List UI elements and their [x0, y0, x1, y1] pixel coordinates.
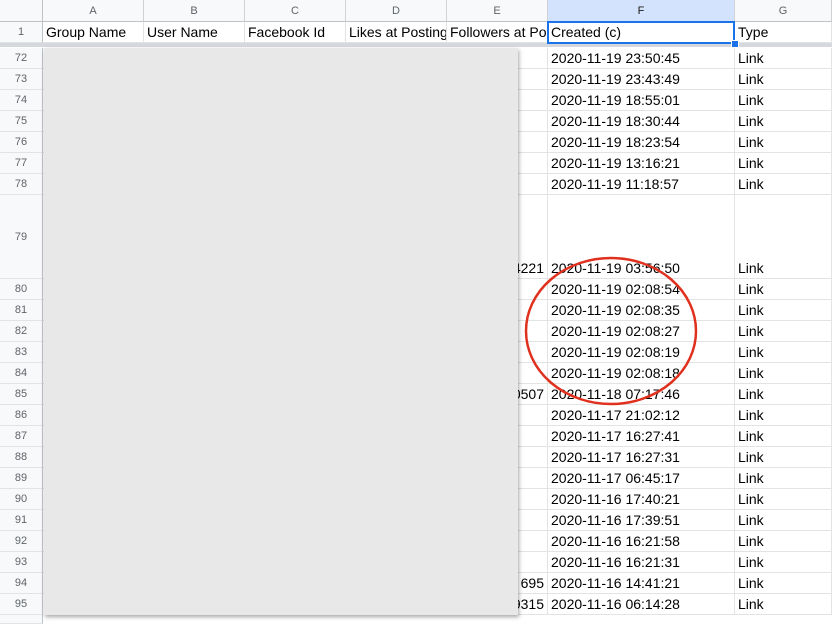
row-header[interactable]: 88 [0, 447, 43, 468]
table-cell[interactable]: 2020-11-19 02:08:54 [548, 279, 735, 300]
row-header[interactable]: 92 [0, 531, 43, 552]
table-cell[interactable]: 2020-11-19 18:23:54 [548, 132, 735, 153]
table-cell[interactable]: 2020-11-16 17:40:21 [548, 489, 735, 510]
table-cell[interactable]: 2020-11-18 07:17:46 [548, 384, 735, 405]
table-cell[interactable]: 2020-11-16 16:21:31 [548, 552, 735, 573]
table-cell[interactable]: 2020-11-17 21:02:12 [548, 405, 735, 426]
header-cell-e[interactable]: Followers at Pos [447, 22, 548, 43]
header-cell-b[interactable]: User Name [144, 22, 245, 43]
table-cell[interactable]: Link [735, 594, 832, 615]
row-header[interactable]: 74 [0, 90, 43, 111]
table-cell[interactable]: 2020-11-16 16:21:58 [548, 531, 735, 552]
table-cell[interactable]: Link [735, 510, 832, 531]
table-cell[interactable]: 2020-11-16 14:41:21 [548, 573, 735, 594]
select-all-corner[interactable] [0, 0, 43, 22]
column-header-b[interactable]: B [144, 0, 245, 22]
fill-handle[interactable] [731, 40, 739, 48]
row-header-1[interactable]: 1 [0, 22, 43, 43]
table-cell[interactable]: 2020-11-19 18:55:01 [548, 90, 735, 111]
row-header[interactable]: 82 [0, 321, 43, 342]
table-cell[interactable]: Link [735, 489, 832, 510]
table-cell[interactable]: Link [735, 90, 832, 111]
row-header[interactable]: 85 [0, 384, 43, 405]
row-header[interactable]: 94 [0, 573, 43, 594]
table-cell[interactable]: 2020-11-19 18:30:44 [548, 111, 735, 132]
table-cell[interactable]: Link [735, 195, 832, 279]
row-header[interactable]: 89 [0, 468, 43, 489]
redaction-box [44, 48, 518, 615]
table-cell[interactable]: Link [735, 279, 832, 300]
table-cell[interactable]: Link [735, 48, 832, 69]
row-header[interactable]: 83 [0, 342, 43, 363]
table-cell[interactable]: 2020-11-19 23:43:49 [548, 69, 735, 90]
table-cell[interactable]: 2020-11-19 02:08:19 [548, 342, 735, 363]
table-cell[interactable]: Link [735, 552, 832, 573]
table-cell[interactable]: Link [735, 153, 832, 174]
table-cell[interactable]: 2020-11-19 23:50:45 [548, 48, 735, 69]
table-cell[interactable]: 2020-11-17 16:27:31 [548, 447, 735, 468]
table-cell[interactable]: Link [735, 132, 832, 153]
row-header[interactable]: 76 [0, 132, 43, 153]
column-header-a[interactable]: A [43, 0, 144, 22]
column-header-c[interactable]: C [245, 0, 346, 22]
row-header[interactable]: 78 [0, 174, 43, 195]
row-header[interactable]: 75 [0, 111, 43, 132]
row-header[interactable]: 91 [0, 510, 43, 531]
active-cell-selection[interactable] [547, 21, 735, 44]
header-cell-a[interactable]: Group Name [43, 22, 144, 43]
header-cell-c[interactable]: Facebook Id [245, 22, 346, 43]
row-header[interactable]: 79 [0, 195, 43, 279]
row-header[interactable]: 93 [0, 552, 43, 573]
column-header-d[interactable]: D [346, 0, 447, 22]
table-cell[interactable]: 2020-11-17 06:45:17 [548, 468, 735, 489]
table-cell[interactable]: 2020-11-19 03:56:50 [548, 195, 735, 279]
spreadsheet-grid: A B C D E F G 1 Group Name User Name Facebook Id Li… [0, 0, 832, 624]
table-cell[interactable]: Link [735, 531, 832, 552]
table-cell[interactable]: 2020-11-19 11:18:57 [548, 174, 735, 195]
table-cell[interactable]: 2020-11-16 06:14:28 [548, 594, 735, 615]
column-header-g[interactable]: G [735, 0, 832, 22]
column-header-e[interactable]: E [447, 0, 548, 22]
row-header-partial [0, 615, 43, 624]
row-header[interactable]: 81 [0, 300, 43, 321]
table-cell[interactable]: Link [735, 363, 832, 384]
table-cell[interactable]: Link [735, 342, 832, 363]
table-cell[interactable]: Link [735, 174, 832, 195]
row-header[interactable]: 87 [0, 426, 43, 447]
table-cell[interactable]: Link [735, 384, 832, 405]
table-cell[interactable]: 2020-11-17 16:27:41 [548, 426, 735, 447]
row-header[interactable]: 95 [0, 594, 43, 615]
table-cell[interactable]: Link [735, 573, 832, 594]
table-cell[interactable]: Link [735, 405, 832, 426]
header-cell-d[interactable]: Likes at Posting [346, 22, 447, 43]
table-cell[interactable]: 2020-11-19 02:08:27 [548, 321, 735, 342]
table-cell[interactable]: Link [735, 300, 832, 321]
header-cell-g[interactable]: Type [735, 22, 832, 43]
column-header-f[interactable]: F [548, 0, 735, 22]
table-cell[interactable]: 2020-11-19 02:08:35 [548, 300, 735, 321]
row-header[interactable]: 84 [0, 363, 43, 384]
row-header[interactable]: 86 [0, 405, 43, 426]
table-cell[interactable]: 2020-11-19 02:08:18 [548, 363, 735, 384]
table-cell[interactable]: Link [735, 426, 832, 447]
table-cell[interactable]: Link [735, 111, 832, 132]
table-cell[interactable]: 2020-11-19 13:16:21 [548, 153, 735, 174]
table-cell[interactable]: Link [735, 321, 832, 342]
table-cell[interactable]: Link [735, 468, 832, 489]
row-header[interactable]: 77 [0, 153, 43, 174]
row-header[interactable]: 90 [0, 489, 43, 510]
table-cell[interactable]: Link [735, 447, 832, 468]
row-header[interactable]: 73 [0, 69, 43, 90]
table-cell[interactable]: Link [735, 69, 832, 90]
table-cell[interactable]: 2020-11-16 17:39:51 [548, 510, 735, 531]
row-header[interactable]: 72 [0, 48, 43, 69]
row-header[interactable]: 80 [0, 279, 43, 300]
